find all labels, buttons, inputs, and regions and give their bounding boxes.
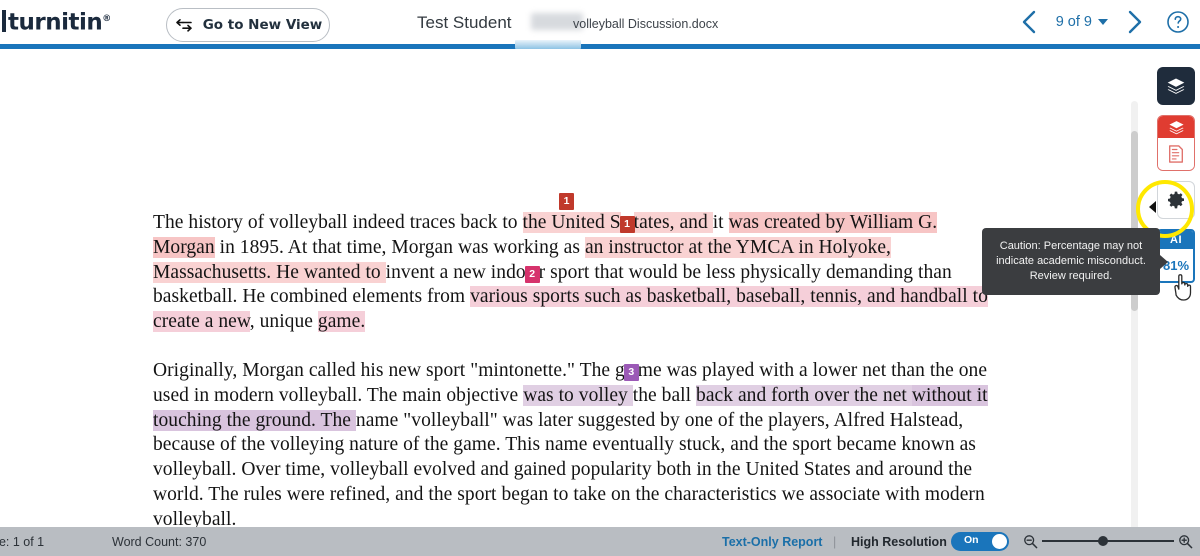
paragraph-2: Originally, Morgan called his new sport … <box>153 359 993 527</box>
chevron-down-icon <box>1098 19 1108 25</box>
paragraph-2-text-run-0: Originally, Morgan called his new sport … <box>153 359 625 381</box>
next-paper-button[interactable] <box>1112 0 1156 44</box>
paper-index-dropdown[interactable]: 9 of 9 <box>1052 14 1112 30</box>
ai-label: AI <box>1159 231 1193 249</box>
paragraph-1-match-marker-2[interactable]: 2 <box>524 265 540 283</box>
go-to-new-view-button[interactable]: Go to New View <box>166 8 330 42</box>
toggle-state-label: On <box>964 534 979 546</box>
tooltip-arrow <box>1160 255 1168 269</box>
vertical-scrollbar[interactable] <box>1131 101 1138 527</box>
paper-page: The history of volleyball indeed traces … <box>0 49 1130 527</box>
logo-wordmark: turnitin <box>8 9 103 36</box>
paragraph-1-text-run-4: it <box>712 212 729 233</box>
status-divider: | <box>833 534 837 549</box>
turnitin-logo: turnitin® <box>2 8 111 34</box>
tool-rail: AI 81% <box>1149 49 1200 527</box>
similarity-report-icon <box>1169 145 1183 163</box>
chevron-right-icon <box>1128 10 1142 34</box>
student-name: Test Student <box>417 13 512 32</box>
similarity-report-button[interactable] <box>1157 115 1195 171</box>
zoom-slider-track[interactable] <box>1042 540 1174 542</box>
layers-stack-icon <box>1168 120 1184 134</box>
paragraph-1-highlight-run-1[interactable]: the United S <box>522 212 621 233</box>
logo-trademark: ® <box>102 14 111 24</box>
paragraph-1-highlight-run-13[interactable]: game. <box>317 311 366 333</box>
word-count-label: Word Count: 370 <box>112 534 207 549</box>
paragraph-1-text-run-12: , unique <box>249 311 318 333</box>
document-body-text: The history of volleyball indeed traces … <box>153 211 993 527</box>
gear-icon <box>1168 191 1184 209</box>
match-marker-1-float[interactable]: 1 <box>559 193 574 210</box>
paper-index-label: 9 of 9 <box>1055 14 1092 30</box>
magnifier-minus-icon[interactable] <box>1023 534 1038 549</box>
text-only-report-link[interactable]: Text-Only Report <box>722 535 822 549</box>
settings-button[interactable] <box>1157 181 1195 219</box>
logo-text: turnitin® <box>8 8 111 34</box>
similarity-icon-cap <box>1158 116 1194 138</box>
layers-stack-icon <box>1167 78 1185 94</box>
go-to-new-view-label: Go to New View <box>202 17 323 33</box>
paragraph-1: The history of volleyball indeed traces … <box>153 211 993 335</box>
ai-caution-tooltip: Caution: Percentage may not indicate aca… <box>982 228 1160 295</box>
paragraph-2-text-run-4: the ball <box>632 384 697 406</box>
toggle-knob <box>992 534 1007 549</box>
help-button[interactable] <box>1156 0 1200 44</box>
paragraph-1-match-marker-1[interactable]: 1 <box>619 216 635 233</box>
similarity-icon-body <box>1158 138 1194 170</box>
page-count-label: ge: 1 of 1 <box>0 534 45 549</box>
paragraph-1-highlight-run-3[interactable]: tates, and <box>633 212 713 233</box>
high-resolution-toggle[interactable]: On <box>951 532 1009 551</box>
document-title: volleyball Discussion.docx <box>573 17 719 31</box>
swap-arrows-icon <box>175 18 192 32</box>
paragraph-1-text-run-8: invent a new indo <box>385 261 526 283</box>
layers-panel-button[interactable] <box>1157 67 1195 105</box>
paragraph-1-text-run-6: in 1895. At that time, Morgan was workin… <box>214 236 585 258</box>
active-tab-indicator <box>515 40 581 49</box>
high-resolution-label: High Resolution <box>851 534 947 549</box>
previous-paper-button[interactable] <box>1008 0 1052 44</box>
magnifier-plus-icon[interactable] <box>1178 534 1193 549</box>
paragraph-1-text-run-0: The history of volleyball indeed traces … <box>153 212 523 233</box>
question-mark-circle-icon <box>1167 11 1189 33</box>
paragraph-2-match-marker-3[interactable]: 3 <box>623 363 639 381</box>
ai-caution-tooltip-text: Caution: Percentage may not indicate aca… <box>996 240 1146 282</box>
logo-accent-bar <box>2 9 6 32</box>
similarity-pointer-caret <box>1149 201 1156 213</box>
paragraph-2-highlight-run-5[interactable]: back and forth over the net <box>696 384 912 406</box>
app-header: turnitin® Go to New View Test Student vo… <box>0 0 1200 44</box>
zoom-slider-handle[interactable] <box>1098 536 1108 546</box>
turnitin-feedback-studio-window: turnitin® Go to New View Test Student vo… <box>0 0 1200 556</box>
status-bar: ge: 1 of 1 Word Count: 370 Text-Only Rep… <box>0 527 1200 556</box>
paper-pager: 9 of 9 <box>1008 0 1200 44</box>
paragraph-2-highlight-run-3[interactable]: was to volley <box>523 384 633 406</box>
chevron-left-icon <box>1022 10 1035 34</box>
